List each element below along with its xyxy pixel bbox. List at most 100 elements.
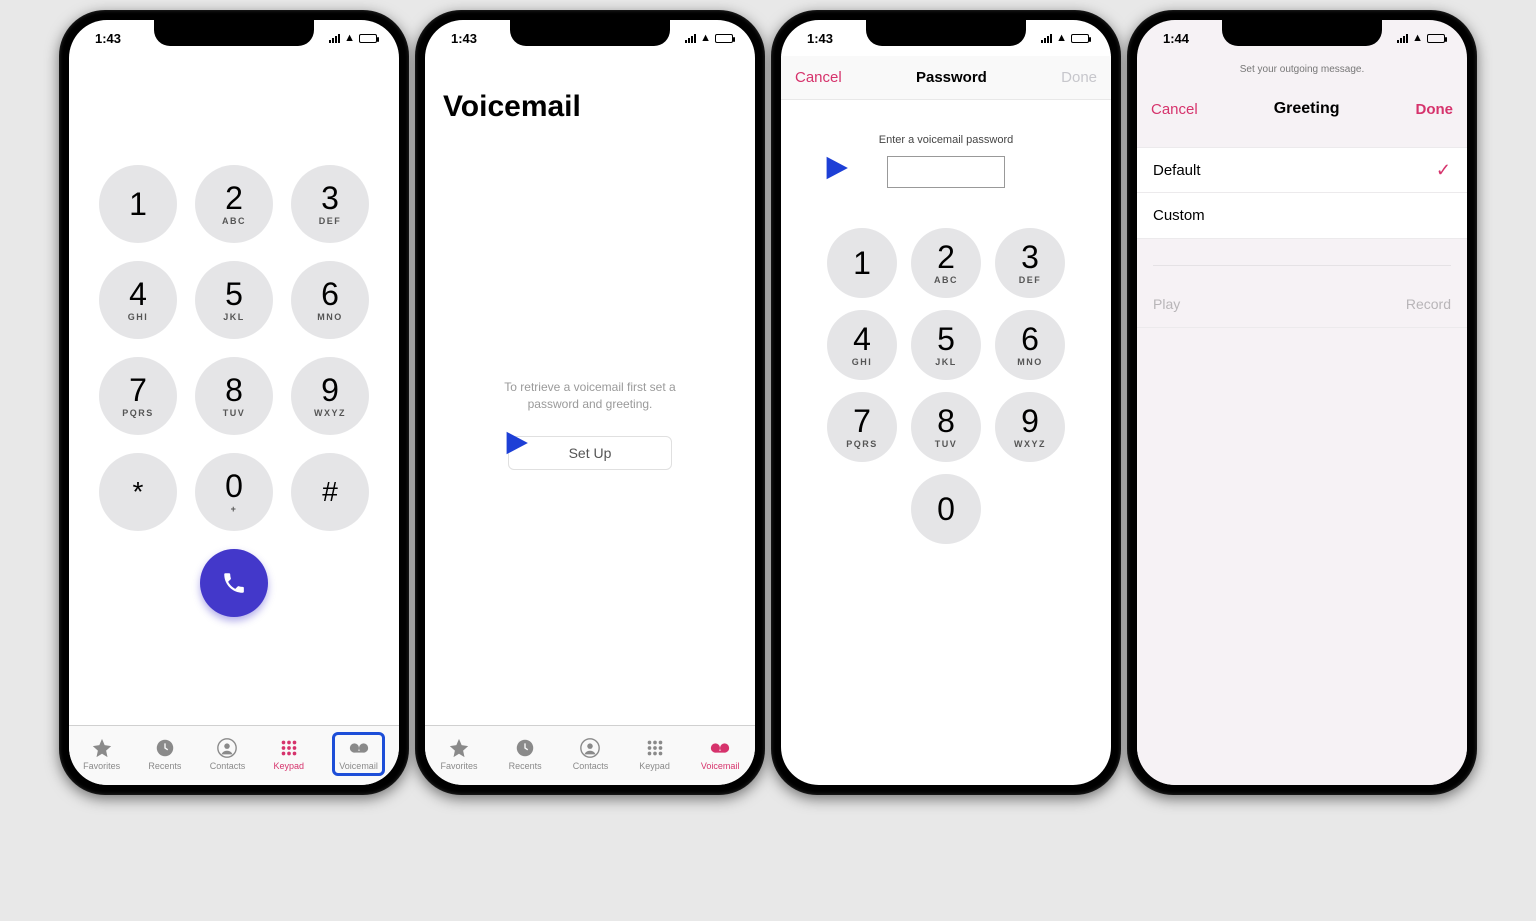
tab-favorites[interactable]: Favorites (83, 737, 120, 771)
cellular-icon (1397, 34, 1408, 43)
key-number: 0 (937, 493, 955, 525)
pin-key-5[interactable]: 5 JKL (911, 310, 981, 380)
pin-key-2[interactable]: 2ABC (911, 228, 981, 298)
greeting-options-list: Default ✓ Custom (1137, 147, 1467, 239)
tab-label: Voicemail (701, 761, 740, 771)
tab-recents[interactable]: Recents (148, 737, 181, 771)
keypad-key-5[interactable]: 5JKL (195, 261, 273, 339)
key-number: 2 (225, 182, 243, 214)
key-number: # (322, 478, 338, 506)
key-letters: ABC (222, 216, 246, 226)
key-number: 6 (321, 278, 339, 310)
key-letters: MNO (317, 312, 343, 322)
tab-contacts[interactable]: Contacts (573, 737, 609, 771)
key-letters: JKL (935, 357, 957, 367)
key-number: 5 (937, 323, 955, 355)
phone-icon (221, 570, 247, 596)
keypad-icon (644, 737, 666, 759)
pin-key-6[interactable]: 6MNO (995, 310, 1065, 380)
phone-frame-1: 1:43 ▲ 12ABC3DEF4GHI5JKL6MNO7PQRS8TUV9WX… (59, 10, 409, 795)
cancel-button[interactable]: Cancel (1151, 101, 1198, 118)
tab-contacts[interactable]: Contacts (210, 737, 246, 771)
pin-key-1[interactable]: 1 (827, 228, 897, 298)
keypad-key-3[interactable]: 3DEF (291, 165, 369, 243)
keypad-key-8[interactable]: 8TUV (195, 357, 273, 435)
tab-favorites[interactable]: Favorites (441, 737, 478, 771)
keypad-key-9[interactable]: 9WXYZ (291, 357, 369, 435)
key-number: 9 (1021, 405, 1039, 437)
contact-icon (216, 737, 238, 759)
keypad-key-2[interactable]: 2 ABC (195, 165, 273, 243)
status-time: 1:43 (95, 31, 121, 46)
tab-keypad[interactable]: Keypad (274, 737, 305, 771)
setup-button[interactable]: Set Up (508, 436, 673, 470)
cancel-button[interactable]: Cancel (795, 69, 842, 86)
play-button: Play (1153, 296, 1180, 312)
star-icon (448, 737, 470, 759)
key-letters: PQRS (122, 408, 154, 418)
key-letters: GHI (128, 312, 149, 322)
pin-key-8[interactable]: 8 TUV (911, 392, 981, 462)
done-button[interactable]: Done (1416, 101, 1454, 118)
voicemail-body: To retrieve a voicemail first set a pass… (425, 124, 755, 725)
key-letters: TUV (935, 439, 958, 449)
tab-label: Recents (148, 761, 181, 771)
screen-greeting: 1:44 ▲ Set your outgoing message. Cancel… (1137, 20, 1467, 785)
dial-button[interactable] (200, 549, 268, 617)
key-number: 4 (129, 278, 147, 310)
nav-title: Greeting (1274, 100, 1340, 118)
nav-bar: Cancel Greeting Done (1137, 89, 1467, 129)
keypad-key-#[interactable]: # (291, 453, 369, 531)
key-number: 1 (129, 188, 147, 220)
screen-password: 1:43 ▲ Cancel Password Done Enter a voic… (781, 20, 1111, 785)
keypad-key-0[interactable]: 0+ (195, 453, 273, 531)
notch (154, 20, 314, 46)
tab-label: Contacts (210, 761, 246, 771)
tab-recents[interactable]: Recents (509, 737, 542, 771)
greeting-header-message: Set your outgoing message. (1137, 56, 1467, 89)
tab-voicemail[interactable]: Voicemail (701, 737, 740, 771)
keypad-key-1[interactable]: 1 (99, 165, 177, 243)
keypad-area: 12ABC3DEF4GHI5JKL6MNO7PQRS8TUV9WXYZ*0+# (69, 56, 399, 725)
key-number: 8 (225, 374, 243, 406)
pin-key-4[interactable]: 4GHI (827, 310, 897, 380)
key-number: 8 (937, 405, 955, 437)
pin-key-7[interactable]: 7PQRS (827, 392, 897, 462)
status-time: 1:43 (807, 31, 833, 46)
battery-icon (359, 34, 377, 43)
tab-voicemail[interactable]: Voicemail (332, 732, 385, 776)
password-body: Enter a voicemail password 12ABC3DEF 4GHI… (781, 100, 1111, 785)
empty-area (1137, 328, 1467, 785)
screen-keypad: 1:43 ▲ 12ABC3DEF4GHI5JKL6MNO7PQRS8TUV9WX… (69, 20, 399, 785)
status-time: 1:43 (451, 31, 477, 46)
key-number: 7 (129, 374, 147, 406)
cellular-icon (685, 34, 696, 43)
keypad-key-6[interactable]: 6 MNO (291, 261, 369, 339)
pin-key-9[interactable]: 9WXYZ (995, 392, 1065, 462)
keypad-key-4[interactable]: 4 GHI (99, 261, 177, 339)
tab-label: Favorites (83, 761, 120, 771)
greeting-option-default[interactable]: Default ✓ (1137, 147, 1467, 193)
keypad-key-*[interactable]: * (99, 453, 177, 531)
key-number: 0 (225, 470, 243, 502)
keypad-grid: 12ABC3DEF4GHI5JKL6MNO7PQRS8TUV9WXYZ*0+# (99, 165, 369, 531)
key-number: 9 (321, 374, 339, 406)
cellular-icon (1041, 34, 1052, 43)
password-prompt: Enter a voicemail password (879, 134, 1014, 146)
phone-frame-3: 1:43 ▲ Cancel Password Done Enter a voic… (771, 10, 1121, 795)
key-letters: + (231, 504, 238, 514)
tab-label: Keypad (274, 761, 305, 771)
greeting-option-custom[interactable]: Custom (1137, 193, 1467, 239)
record-button: Record (1406, 296, 1451, 312)
nav-bar: Cancel Password Done (781, 56, 1111, 100)
password-field[interactable] (887, 156, 1005, 188)
keypad-key-7[interactable]: 7 PQRS (99, 357, 177, 435)
playback-progress-line (1153, 265, 1451, 266)
clock-icon (514, 737, 536, 759)
notch (1222, 20, 1382, 46)
pin-key-0[interactable]: 0 (911, 474, 981, 544)
page-title: Voicemail (425, 56, 755, 124)
pin-key-3[interactable]: 3DEF (995, 228, 1065, 298)
tab-keypad[interactable]: Keypad (639, 737, 670, 771)
tab-bar: Favorites Recents Contacts Keypad Voicem… (69, 725, 399, 785)
